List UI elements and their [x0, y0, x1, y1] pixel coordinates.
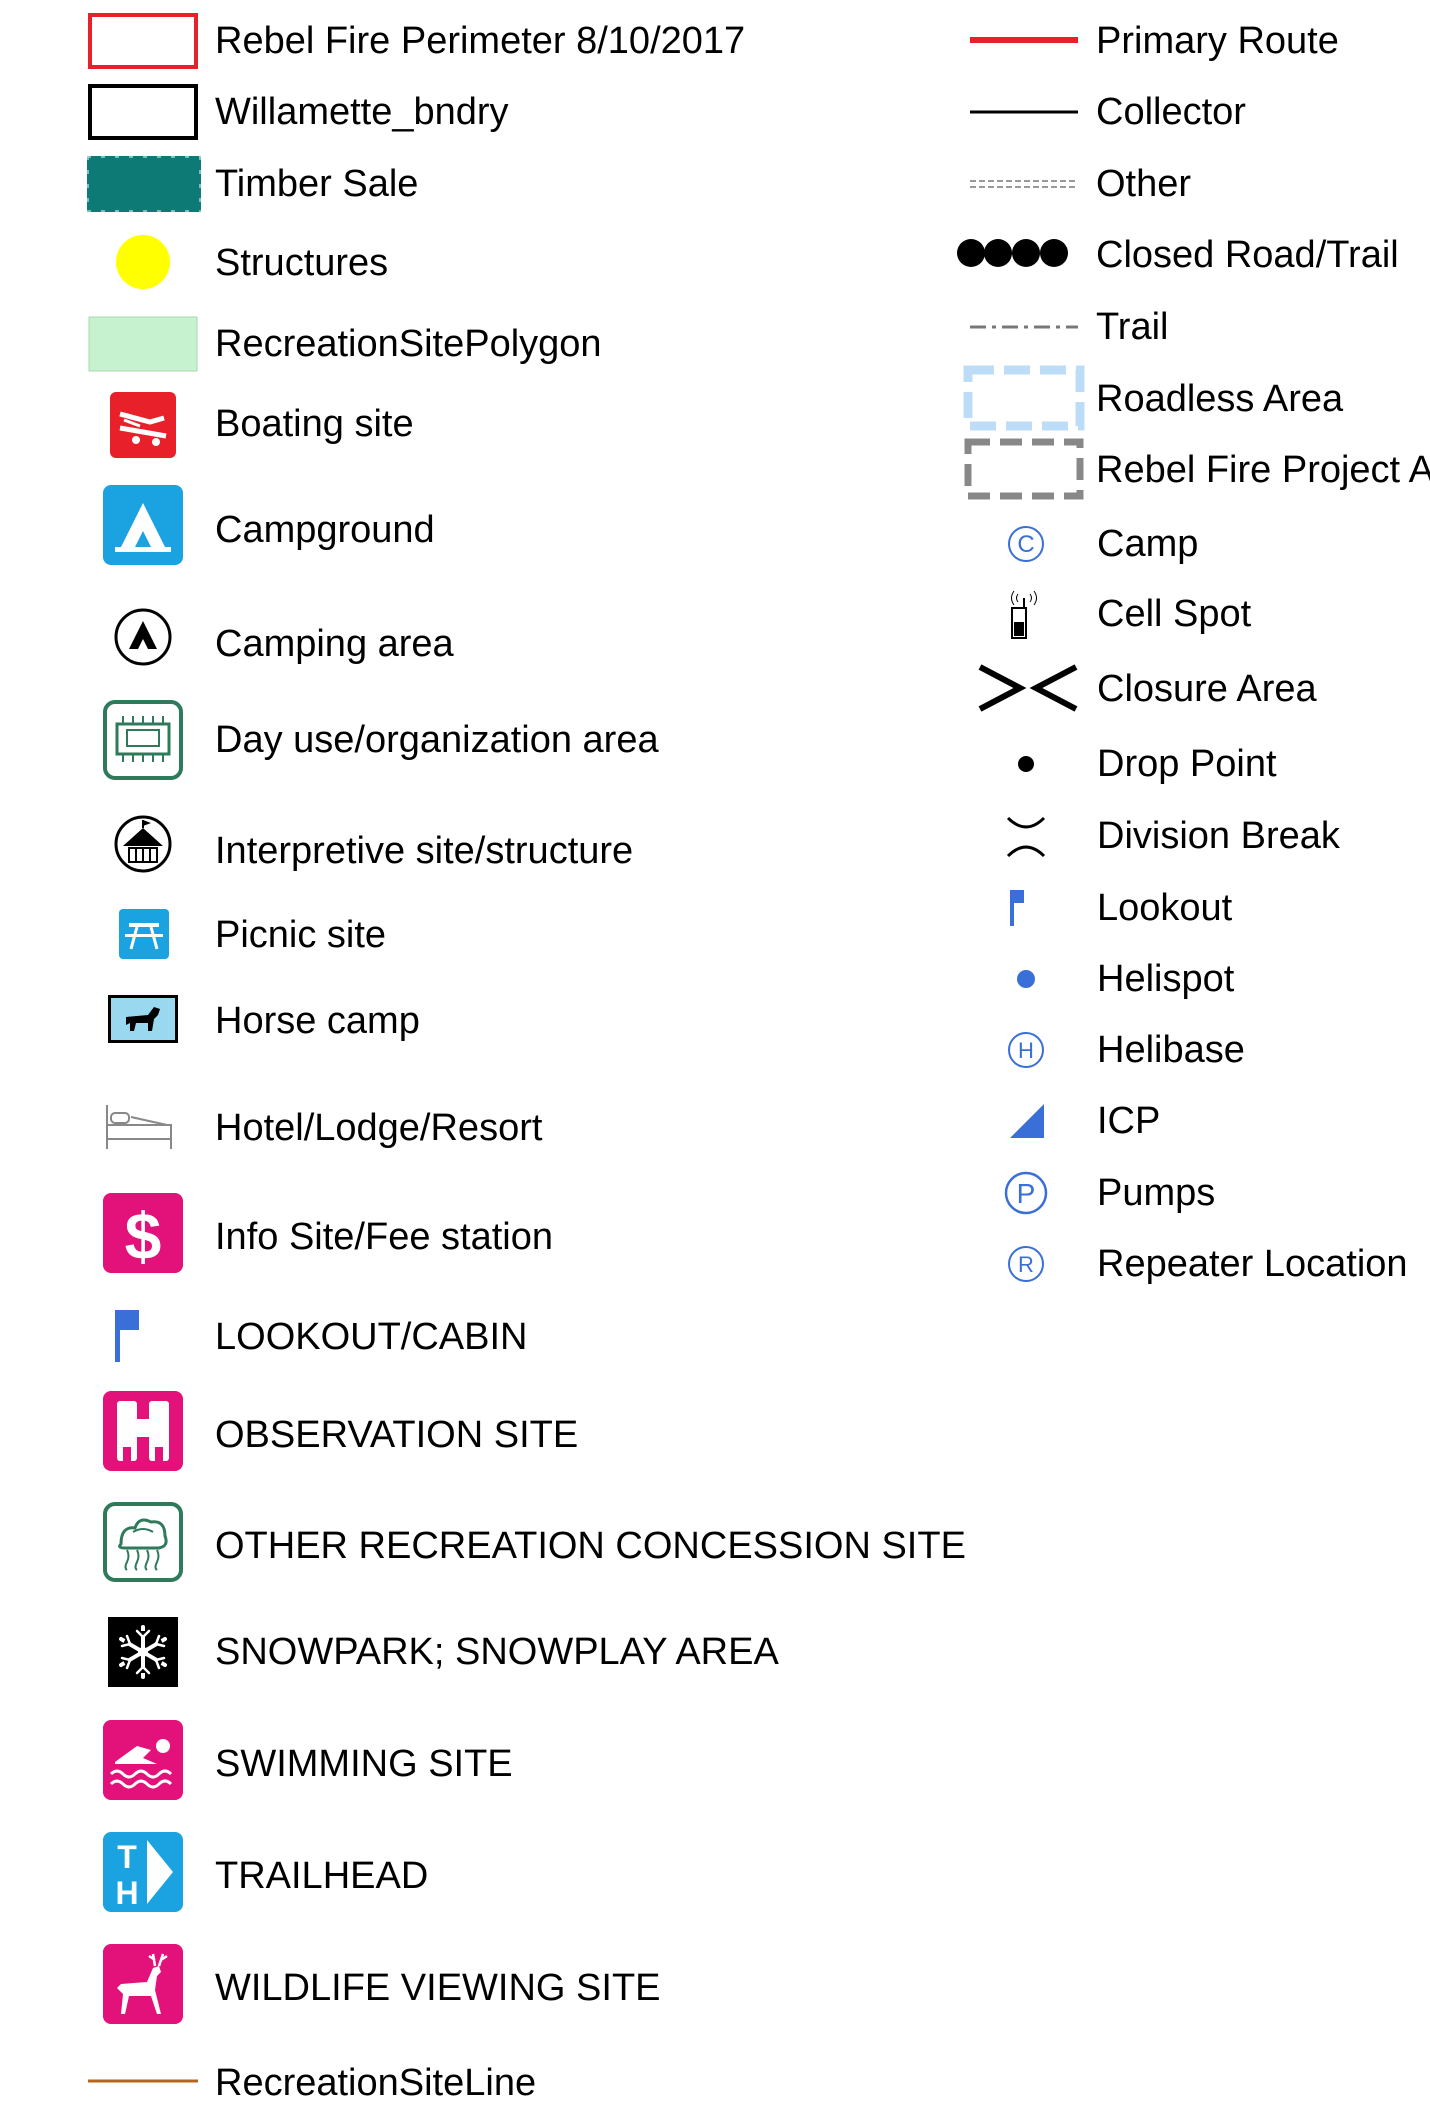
legend-label: Drop Point — [1097, 743, 1277, 785]
legend-label: WILDLIFE VIEWING SITE — [215, 1967, 661, 2009]
legend-item-swimming: SWIMMING SITE — [0, 1720, 780, 1800]
legend-label: Camp — [1097, 523, 1199, 565]
legend-label: Division Break — [1097, 815, 1340, 857]
primary-route-line-icon — [970, 37, 1078, 43]
concession-icon — [103, 1502, 183, 1582]
svg-text:R: R — [1018, 1252, 1034, 1277]
svg-text:H: H — [1018, 1038, 1034, 1063]
cell-phone-icon — [1011, 590, 1037, 639]
svg-text:H: H — [115, 1875, 138, 1911]
legend-item-drop-point: Drop Point — [0, 734, 1430, 794]
legend-label: Helibase — [1097, 1029, 1245, 1071]
legend-item-collector: Collector — [0, 83, 1430, 143]
svg-text:T: T — [117, 1839, 137, 1875]
icp-icon — [1010, 1104, 1044, 1138]
svg-text:C: C — [1017, 531, 1034, 558]
division-break-icon — [1006, 816, 1046, 858]
binoculars-icon — [103, 1391, 183, 1471]
repeater-r-icon: R — [1008, 1246, 1044, 1282]
swimmer-icon — [103, 1720, 183, 1800]
legend-item-recreation-line: RecreationSiteLine — [0, 2058, 780, 2118]
legend-label: Roadless Area — [1096, 378, 1344, 420]
legend-item-helispot: Helispot — [0, 949, 1430, 1009]
legend-item-trail: Trail — [0, 298, 1430, 358]
roadless-area-icon — [963, 365, 1085, 431]
legend-label: Other — [1096, 163, 1192, 205]
legend-item-project-area: Rebel Fire Project Ar — [0, 438, 1430, 500]
legend-label: Rebel Fire Project Ar — [1096, 449, 1430, 491]
legend-label: TRAILHEAD — [215, 1855, 429, 1897]
legend-label: OTHER RECREATION CONCESSION SITE — [215, 1525, 966, 1567]
other-road-line-icon — [970, 180, 1078, 188]
legend-item-other-road: Other — [0, 155, 1430, 215]
legend-item-camp: C Camp — [0, 514, 1430, 574]
helibase-h-icon: H — [1008, 1032, 1044, 1068]
recreation-line-icon — [88, 2079, 198, 2083]
map-legend: Rebel Fire Perimeter 8/10/2017 Willamett… — [0, 0, 1430, 2104]
legend-item-snowpark: SNOWPARK; SNOWPLAY AREA — [0, 1617, 780, 1687]
legend-item-pumps: P Pumps — [0, 1163, 1430, 1223]
legend-item-roadless: Roadless Area — [0, 365, 1430, 431]
legend-label: Cell Spot — [1097, 593, 1252, 635]
legend-label: LOOKOUT/CABIN — [215, 1316, 528, 1358]
legend-label: Lookout — [1097, 887, 1233, 929]
legend-item-division-break: Division Break — [0, 806, 1430, 866]
legend-label: OBSERVATION SITE — [215, 1414, 579, 1456]
legend-label: RecreationSiteLine — [215, 2062, 537, 2104]
legend-item-repeater: R Repeater Location — [0, 1234, 1430, 1294]
collector-line-icon — [970, 110, 1078, 114]
svg-text:P: P — [1017, 1178, 1036, 1209]
closed-road-dots-icon — [957, 239, 1068, 267]
legend-item-lookout-cabin: LOOKOUT/CABIN — [0, 1308, 780, 1368]
legend-item-lookout: Lookout — [0, 878, 1430, 938]
deer-icon — [103, 1944, 183, 2024]
camp-c-icon: C — [1008, 526, 1044, 562]
legend-item-wildlife: WILDLIFE VIEWING SITE — [0, 1944, 780, 2024]
pumps-p-icon: P — [1004, 1171, 1048, 1215]
legend-item-concession: OTHER RECREATION CONCESSION SITE — [0, 1502, 980, 1582]
legend-item-observation: OBSERVATION SITE — [0, 1391, 780, 1471]
trail-line-icon — [970, 325, 1078, 329]
lookout-flag-icon — [115, 1310, 139, 1362]
legend-item-icp: ICP — [0, 1091, 1430, 1151]
closure-area-icon — [978, 664, 1078, 712]
legend-item-closed-road: Closed Road/Trail — [0, 226, 1430, 286]
legend-label: Collector — [1096, 91, 1246, 133]
legend-item-helibase: H Helibase — [0, 1020, 1430, 1080]
legend-item-primary-route: Primary Route — [0, 12, 1430, 72]
legend-label: Repeater Location — [1097, 1243, 1408, 1285]
legend-label: Closed Road/Trail — [1096, 234, 1399, 276]
legend-label: Closure Area — [1097, 668, 1317, 710]
legend-label: SNOWPARK; SNOWPLAY AREA — [215, 1631, 779, 1673]
legend-item-trailhead: T H TRAILHEAD — [0, 1832, 780, 1912]
helispot-icon — [1017, 970, 1035, 988]
legend-label: Primary Route — [1096, 20, 1339, 62]
legend-label: SWIMMING SITE — [215, 1743, 513, 1785]
legend-label: ICP — [1097, 1100, 1161, 1142]
snowflake-icon — [108, 1617, 178, 1687]
legend-label: Trail — [1096, 306, 1169, 348]
legend-item-closure: Closure Area — [0, 659, 1430, 719]
lookout-small-flag-icon — [1010, 890, 1024, 926]
legend-label: Helispot — [1097, 958, 1235, 1000]
legend-label: Pumps — [1097, 1172, 1216, 1214]
legend-item-cell-spot: Cell Spot — [0, 584, 1430, 644]
drop-point-icon — [1018, 756, 1034, 772]
project-area-icon — [964, 438, 1084, 500]
trailhead-icon: T H — [103, 1832, 183, 1912]
